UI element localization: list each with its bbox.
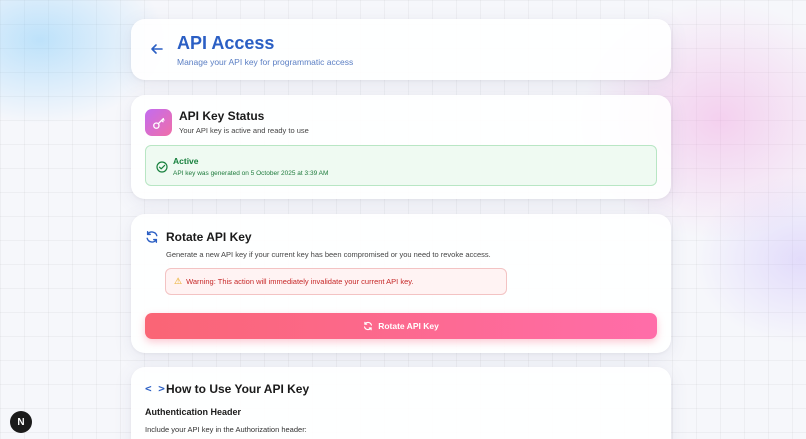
auth-header-heading: Authentication Header <box>145 407 242 417</box>
rotate-api-key-button[interactable]: Rotate API Key <box>145 313 657 339</box>
code-icon: < > <box>145 382 165 395</box>
key-icon <box>145 109 172 136</box>
howto-title: How to Use Your API Key <box>166 382 310 396</box>
rotate-title: Rotate API Key <box>166 230 252 244</box>
arrow-left-icon[interactable] <box>149 41 165 57</box>
check-circle-icon <box>156 160 168 173</box>
rotate-button-label: Rotate API Key <box>378 321 439 331</box>
active-status-box: Active API key was generated on 5 Octobe… <box>145 145 657 186</box>
rotate-description: Generate a new API key if your current k… <box>166 250 491 259</box>
refresh-icon <box>364 321 373 331</box>
warning-box: ⚠ Warning: This action will immediately … <box>165 268 507 295</box>
status-description: Your API key is active and ready to use <box>179 126 309 135</box>
warning-text: Warning: This action will immediately in… <box>186 277 414 286</box>
how-to-use-card: < > How to Use Your API Key Authenticati… <box>131 367 671 439</box>
active-label: Active <box>173 156 199 166</box>
status-title: API Key Status <box>179 109 265 123</box>
page-subtitle: Manage your API key for programmatic acc… <box>177 57 354 67</box>
active-detail: API key was generated on 5 October 2025 … <box>173 170 329 177</box>
header-card: API Access Manage your API key for progr… <box>131 19 671 80</box>
warning-icon: ⚠ <box>174 276 183 286</box>
rotate-api-key-card: Rotate API Key Generate a new API key if… <box>131 214 671 353</box>
framework-badge[interactable]: N <box>10 411 32 433</box>
auth-header-description: Include your API key in the Authorizatio… <box>145 425 307 434</box>
refresh-icon <box>145 230 159 244</box>
api-key-status-card: API Key Status Your API key is active an… <box>131 95 671 199</box>
page-title: API Access <box>177 33 275 53</box>
